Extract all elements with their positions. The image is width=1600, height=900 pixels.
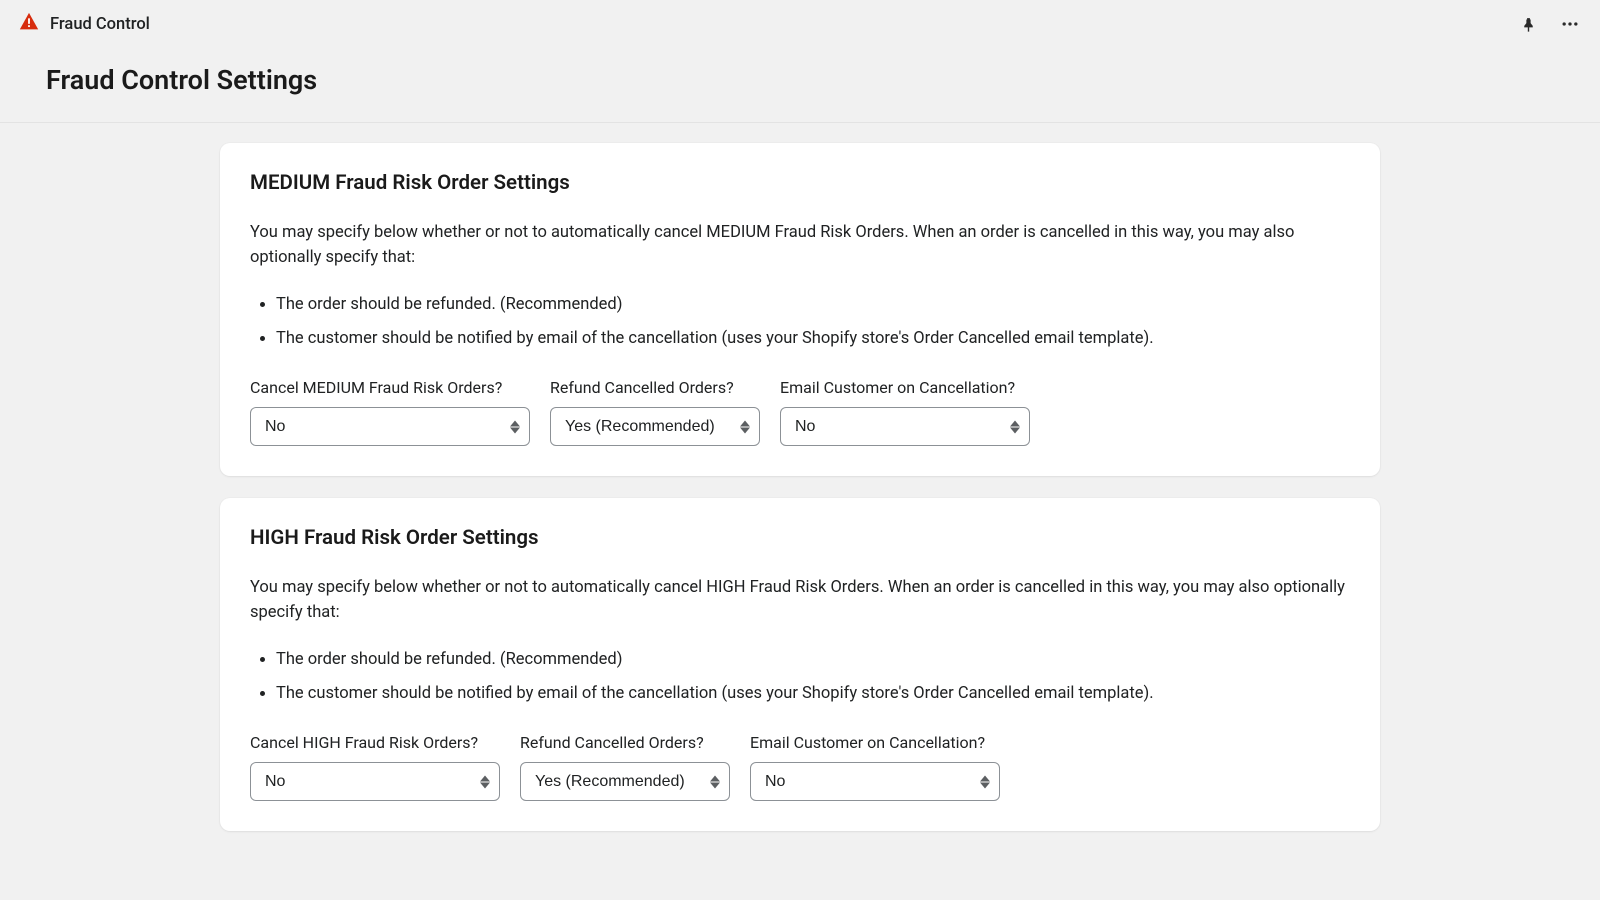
medium-refund-label: Refund Cancelled Orders? bbox=[550, 378, 760, 397]
pin-icon[interactable] bbox=[1516, 12, 1540, 36]
medium-risk-description: You may specify below whether or not to … bbox=[250, 221, 1350, 271]
medium-refund-select-wrap: Yes (Recommended) bbox=[550, 407, 760, 446]
medium-controls-row: Cancel MEDIUM Fraud Risk Orders? No Refu… bbox=[250, 378, 1350, 446]
medium-refund-control: Refund Cancelled Orders? Yes (Recommende… bbox=[550, 378, 760, 446]
medium-risk-title: MEDIUM Fraud Risk Order Settings bbox=[250, 171, 1350, 195]
high-refund-select-wrap: Yes (Recommended) bbox=[520, 762, 730, 801]
topbar-right bbox=[1516, 12, 1582, 36]
high-cancel-select[interactable]: No bbox=[250, 762, 500, 801]
medium-email-select[interactable]: No bbox=[780, 407, 1030, 446]
high-refund-control: Refund Cancelled Orders? Yes (Recommende… bbox=[520, 733, 730, 801]
topbar: Fraud Control bbox=[0, 0, 1600, 48]
medium-email-select-wrap: No bbox=[780, 407, 1030, 446]
high-cancel-label: Cancel HIGH Fraud Risk Orders? bbox=[250, 733, 500, 752]
alert-triangle-icon bbox=[18, 11, 40, 37]
medium-email-label: Email Customer on Cancellation? bbox=[780, 378, 1030, 397]
high-email-control: Email Customer on Cancellation? No bbox=[750, 733, 1000, 801]
high-risk-bullets: The order should be refunded. (Recommend… bbox=[250, 648, 1350, 708]
high-email-select-wrap: No bbox=[750, 762, 1000, 801]
high-risk-title: HIGH Fraud Risk Order Settings bbox=[250, 526, 1350, 550]
medium-cancel-control: Cancel MEDIUM Fraud Risk Orders? No bbox=[250, 378, 530, 446]
topbar-left: Fraud Control bbox=[18, 11, 150, 37]
list-item: The order should be refunded. (Recommend… bbox=[276, 293, 1350, 318]
list-item: The order should be refunded. (Recommend… bbox=[276, 648, 1350, 673]
high-cancel-control: Cancel HIGH Fraud Risk Orders? No bbox=[250, 733, 500, 801]
medium-email-control: Email Customer on Cancellation? No bbox=[780, 378, 1030, 446]
medium-cancel-label: Cancel MEDIUM Fraud Risk Orders? bbox=[250, 378, 530, 397]
medium-cancel-select-wrap: No bbox=[250, 407, 530, 446]
content-area: MEDIUM Fraud Risk Order Settings You may… bbox=[0, 123, 1600, 871]
list-item: The customer should be notified by email… bbox=[276, 327, 1350, 352]
high-cancel-select-wrap: No bbox=[250, 762, 500, 801]
page-header: Fraud Control Settings bbox=[0, 48, 1600, 123]
high-email-label: Email Customer on Cancellation? bbox=[750, 733, 1000, 752]
high-risk-description: You may specify below whether or not to … bbox=[250, 576, 1350, 626]
app-title: Fraud Control bbox=[50, 15, 150, 34]
high-controls-row: Cancel HIGH Fraud Risk Orders? No Refund… bbox=[250, 733, 1350, 801]
medium-cancel-select[interactable]: No bbox=[250, 407, 530, 446]
medium-refund-select[interactable]: Yes (Recommended) bbox=[550, 407, 760, 446]
list-item: The customer should be notified by email… bbox=[276, 682, 1350, 707]
medium-risk-card: MEDIUM Fraud Risk Order Settings You may… bbox=[220, 143, 1380, 476]
medium-risk-bullets: The order should be refunded. (Recommend… bbox=[250, 293, 1350, 353]
high-refund-label: Refund Cancelled Orders? bbox=[520, 733, 730, 752]
more-horizontal-icon[interactable] bbox=[1558, 12, 1582, 36]
high-email-select[interactable]: No bbox=[750, 762, 1000, 801]
page-title: Fraud Control Settings bbox=[46, 64, 1554, 96]
high-refund-select[interactable]: Yes (Recommended) bbox=[520, 762, 730, 801]
high-risk-card: HIGH Fraud Risk Order Settings You may s… bbox=[220, 498, 1380, 831]
